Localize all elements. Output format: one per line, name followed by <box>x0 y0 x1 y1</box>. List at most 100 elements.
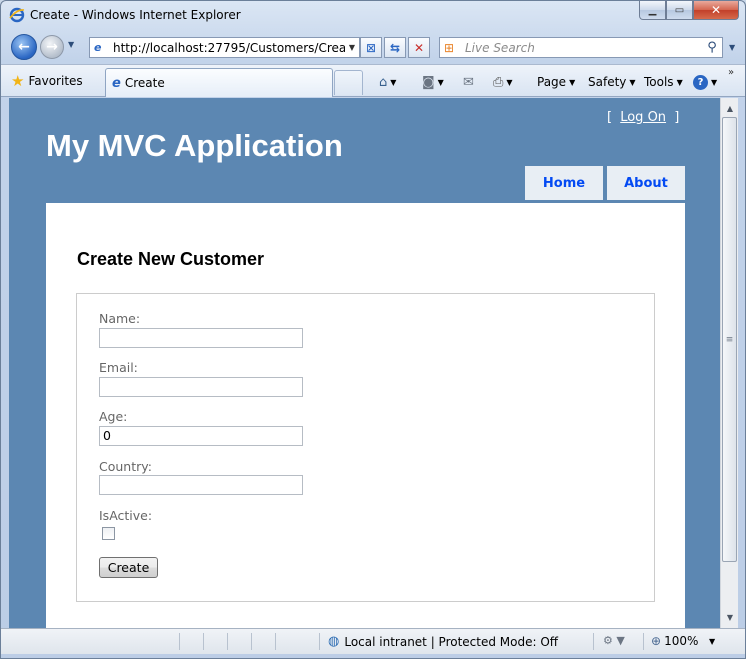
home-icon: ⌂ <box>379 74 388 90</box>
security-zone[interactable]: ◍ Local intranet | Protected Mode: Off <box>328 634 558 649</box>
zone-text: Local intranet | Protected Mode: Off <box>344 634 559 649</box>
help-dropdown-icon[interactable]: ▼ <box>711 78 717 87</box>
compatibility-view-button[interactable]: ⊠ <box>360 37 382 58</box>
tools-menu[interactable]: Tools ▼ <box>644 72 683 92</box>
status-divider <box>275 633 276 650</box>
arrow-right-icon: → <box>46 39 58 55</box>
status-divider <box>643 633 644 650</box>
stop-button[interactable]: ✕ <box>408 37 430 58</box>
zoom-level: 100% <box>664 634 699 648</box>
print-button[interactable]: ⎙ ▼ <box>493 72 513 92</box>
magnifier-icon: ⊕ <box>651 634 662 648</box>
address-row: ← → ▼ e http://localhost:27795/Customers… <box>1 30 745 64</box>
main-content: Create New Customer Name: Email: Age: 0 … <box>46 203 685 628</box>
age-input[interactable]: 0 <box>99 426 303 446</box>
protected-mode-icon[interactable]: ⚙ ▼ <box>603 634 625 647</box>
page-menu[interactable]: Page ▼ <box>537 72 575 92</box>
close-icon: ✕ <box>710 3 722 17</box>
login-bracket-close: ] <box>674 110 680 125</box>
window-controls: ▁ ▭ ✕ <box>639 1 739 20</box>
login-display: [ Log On ] <box>607 110 679 125</box>
search-input[interactable]: Live Search <box>465 41 702 55</box>
address-dropdown-icon[interactable]: ▼ <box>345 43 359 52</box>
print-dropdown-icon[interactable]: ▼ <box>506 78 512 87</box>
refresh-button[interactable]: ⇆ <box>384 37 406 58</box>
safety-menu[interactable]: Safety ▼ <box>588 72 636 92</box>
browser-window: Create - Windows Internet Explorer ▁ ▭ ✕… <box>0 0 746 659</box>
status-divider <box>227 633 228 650</box>
command-bar: ★ Favorites e Create ⌂ ▼ ◙ ▼ ✉ ⎙ ▼ Page ▼ Sa… <box>1 64 745 97</box>
tab-create[interactable]: e Create <box>105 68 333 97</box>
mail-button[interactable]: ✉ <box>463 72 474 92</box>
chevron-down-icon: ▼ <box>569 77 576 87</box>
stop-icon: ✕ <box>413 40 425 55</box>
email-label: Email: <box>99 360 138 375</box>
site-menu: Home About <box>525 166 685 200</box>
zoom-dropdown-icon[interactable]: ▼ <box>709 637 715 646</box>
isactive-label: IsActive: <box>99 508 153 523</box>
status-divider <box>179 633 180 650</box>
address-bar[interactable]: e http://localhost:27795/Customers/Creat… <box>89 37 360 58</box>
scroll-thumb[interactable]: ≡ <box>722 117 737 562</box>
email-input[interactable] <box>99 377 303 397</box>
grip-icon: ≡ <box>725 334 734 345</box>
status-divider <box>593 633 594 650</box>
chevron-down-icon: ▼ <box>629 77 636 87</box>
close-window-button[interactable]: ✕ <box>693 1 739 20</box>
rss-icon: ◙ <box>422 74 435 90</box>
title-bar: Create - Windows Internet Explorer ▁ ▭ ✕ <box>1 1 745 29</box>
minimize-icon: ▁ <box>648 4 657 16</box>
create-button[interactable]: Create <box>99 557 158 578</box>
maximize-icon: ▭ <box>674 4 685 16</box>
status-divider <box>203 633 204 650</box>
name-label: Name: <box>99 311 141 326</box>
page-viewport: [ Log On ] My MVC Application Home About… <box>9 98 720 628</box>
favorites-button[interactable]: ★ Favorites <box>11 70 83 92</box>
window-title: Create - Windows Internet Explorer <box>30 8 241 22</box>
page-title: Create New Customer <box>77 249 265 269</box>
safety-menu-label: Safety <box>588 75 627 89</box>
name-input[interactable] <box>99 328 303 348</box>
favorites-label: Favorites <box>28 74 83 88</box>
windows-logo-icon: ⊞ <box>444 40 455 55</box>
home-button[interactable]: ⌂ ▼ <box>379 72 396 92</box>
printer-icon: ⎙ <box>493 74 504 90</box>
forward-button[interactable]: → <box>40 35 64 59</box>
help-button[interactable]: ? ▼ <box>693 72 717 92</box>
log-on-link[interactable]: Log On <box>620 110 666 125</box>
feeds-dropdown-icon[interactable]: ▼ <box>438 78 444 87</box>
globe-icon: ◍ <box>328 634 340 649</box>
feeds-button[interactable]: ◙ ▼ <box>422 72 444 92</box>
menu-about[interactable]: About <box>607 166 685 200</box>
tab-label: Create <box>124 76 165 90</box>
maximize-button[interactable]: ▭ <box>666 1 693 20</box>
page-icon: e <box>94 40 102 54</box>
help-icon: ? <box>693 74 708 90</box>
country-input[interactable] <box>99 475 303 495</box>
menu-home[interactable]: Home <box>525 166 603 200</box>
chevron-down-icon: ▼ <box>676 77 683 87</box>
mail-icon: ✉ <box>463 74 474 90</box>
address-input[interactable]: http://localhost:27795/Customers/Create <box>113 41 345 55</box>
zoom-control[interactable]: ⊕ 100% <box>651 634 698 648</box>
ie-tab-icon: e <box>112 75 121 91</box>
scroll-up-icon[interactable]: ▲ <box>722 100 738 117</box>
isactive-checkbox[interactable] <box>102 527 115 540</box>
tools-menu-label: Tools <box>644 75 674 89</box>
new-tab-button[interactable] <box>334 70 363 95</box>
back-button[interactable]: ← <box>11 34 37 60</box>
vertical-scrollbar[interactable]: ▲ ≡ ▼ <box>720 98 738 628</box>
history-dropdown-icon[interactable]: ▼ <box>68 40 74 49</box>
minimize-button[interactable]: ▁ <box>639 1 666 20</box>
search-dropdown-icon[interactable]: ▼ <box>729 43 735 52</box>
scroll-down-icon[interactable]: ▼ <box>722 609 738 626</box>
page-menu-label: Page <box>537 75 567 89</box>
home-dropdown-icon[interactable]: ▼ <box>390 78 396 87</box>
age-label: Age: <box>99 409 128 424</box>
search-icon[interactable]: ⚲ <box>702 40 722 55</box>
more-commands-icon[interactable]: » <box>728 67 734 78</box>
search-box[interactable]: ⊞ Live Search ⚲ <box>439 37 723 58</box>
country-label: Country: <box>99 459 152 474</box>
app-title: My MVC Application <box>46 128 343 163</box>
customer-fieldset: Name: Email: Age: 0 Country: IsActive: C… <box>76 293 655 602</box>
